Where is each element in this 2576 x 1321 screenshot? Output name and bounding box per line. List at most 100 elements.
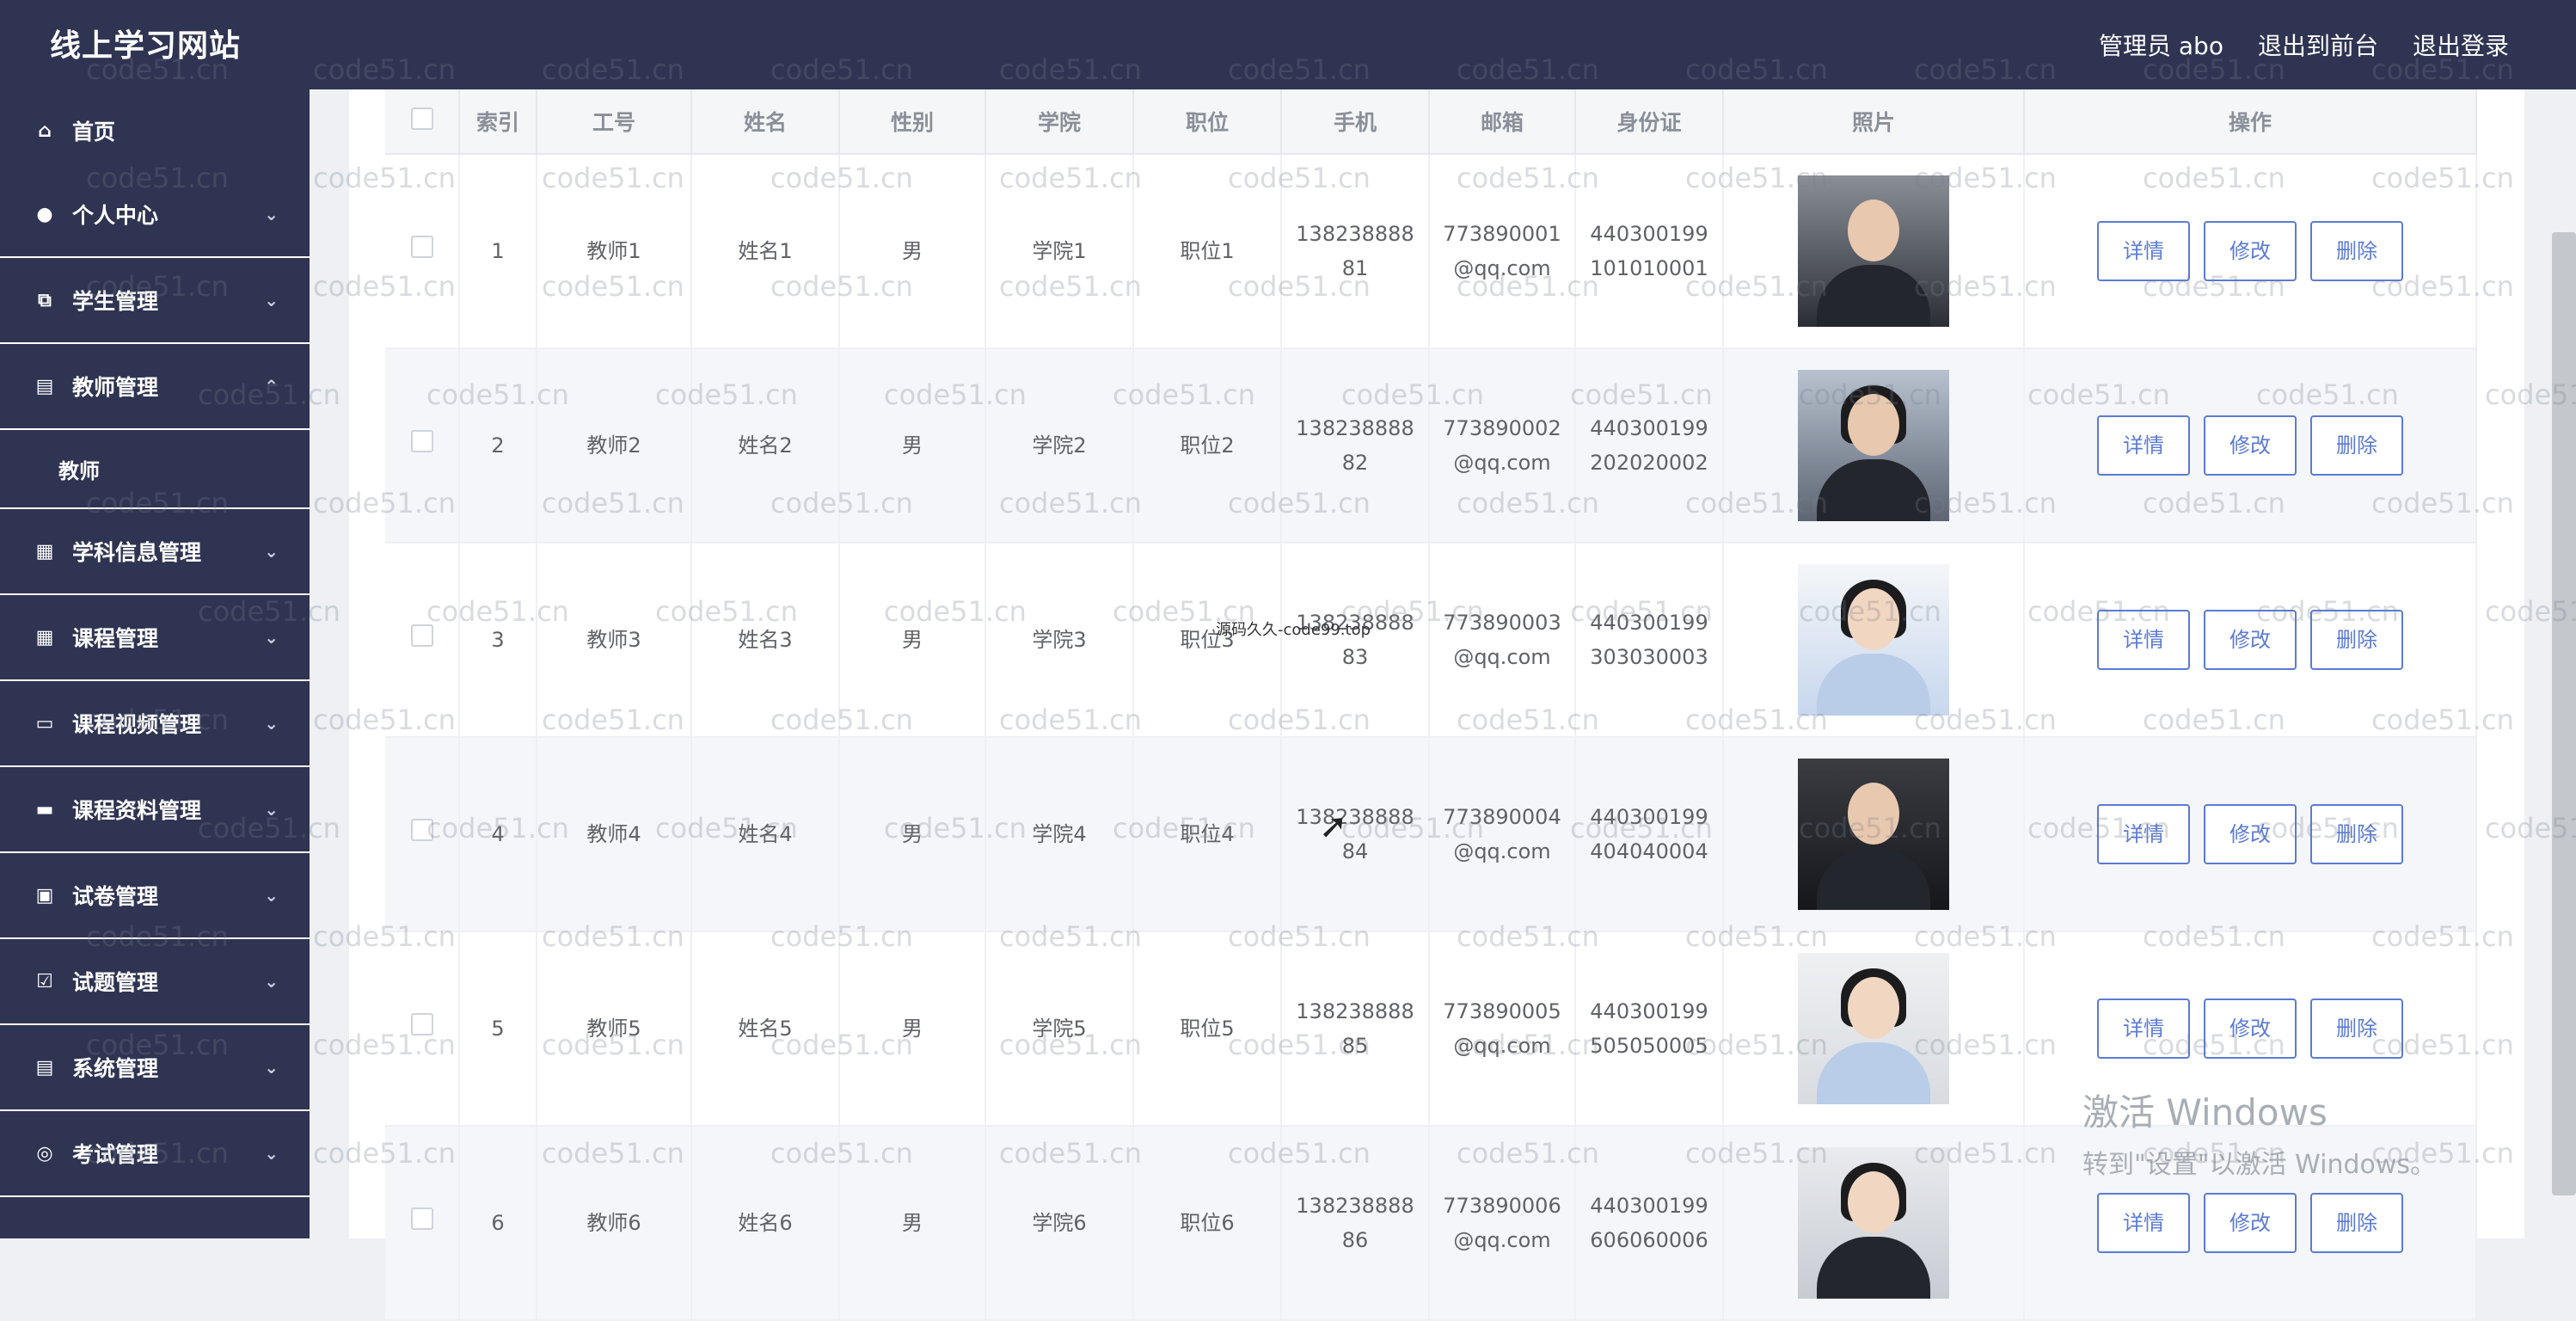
- phone-line1: 138238888: [1296, 805, 1414, 829]
- teacher-photo: [1798, 175, 1949, 327]
- sidebar-item-7[interactable]: ▭ 课程视频管理 ⌄: [0, 681, 310, 767]
- detail-button[interactable]: 详情: [2097, 221, 2190, 281]
- delete-button[interactable]: 删除: [2310, 221, 2403, 281]
- sidebar-item-2[interactable]: ● 个人中心 ⌄: [0, 172, 310, 258]
- email-line1: 773890005: [1443, 999, 1561, 1023]
- delete-button[interactable]: 删除: [2310, 804, 2403, 864]
- windows-activation-hint: 转到"设置"以激活 Windows。: [2082, 1150, 2437, 1180]
- cell-college: 学院2: [985, 348, 1134, 544]
- cell-id: 教师3: [537, 543, 692, 738]
- edit-button[interactable]: 修改: [2204, 415, 2297, 476]
- sidebar-subitem-teacher[interactable]: 教师: [0, 430, 310, 509]
- delete-button[interactable]: 删除: [2310, 998, 2403, 1059]
- sidebar-item-label: 个人中心: [72, 203, 159, 228]
- column-header: 工号: [537, 89, 692, 155]
- email-line1: 773890003: [1443, 611, 1561, 635]
- cell-email: 773890004 @qq.com: [1429, 737, 1576, 932]
- cell-name: 姓名2: [691, 348, 840, 544]
- cell-position: 职位3: [1133, 543, 1282, 738]
- logout-link[interactable]: 退出登录: [2413, 28, 2509, 62]
- cell-phone: 138238888 82: [1281, 348, 1430, 544]
- idcard-line2: 505050005: [1590, 1034, 1708, 1058]
- sidebar-item-3[interactable]: ⧉ 学生管理 ⌄: [0, 258, 310, 344]
- cell-college: 学院3: [985, 543, 1134, 738]
- sidebar-item-4[interactable]: ▤ 教师管理 ⌃: [0, 344, 310, 430]
- compass-icon: ◎: [36, 1142, 53, 1164]
- cell-photo: [1723, 737, 2025, 932]
- sidebar-item-label: 考试管理: [72, 1142, 159, 1167]
- row-checkbox[interactable]: [410, 430, 433, 452]
- delete-button[interactable]: 删除: [2310, 1193, 2403, 1253]
- sidebar-item-label: 课程管理: [72, 626, 159, 651]
- sidebar-item-8[interactable]: ▬ 课程资料管理 ⌄: [0, 767, 310, 853]
- row-checkbox[interactable]: [410, 1207, 433, 1230]
- sidebar-item-10[interactable]: ☑ 试题管理 ⌄: [0, 939, 310, 1025]
- sidebar-item-11[interactable]: ▤ 系统管理 ⌄: [0, 1025, 310, 1111]
- row-checkbox[interactable]: [410, 1013, 433, 1035]
- card-icon: ▤: [35, 1056, 54, 1078]
- row-checkbox[interactable]: [410, 819, 433, 841]
- delete-button[interactable]: 删除: [2310, 610, 2403, 670]
- cell-email: 773890002 @qq.com: [1429, 348, 1576, 544]
- edit-button[interactable]: 修改: [2204, 1193, 2297, 1253]
- idcard-line2: 202020002: [1590, 451, 1708, 475]
- edit-button[interactable]: 修改: [2204, 221, 2297, 281]
- overlay-text: 源码久久-code99.top: [1216, 621, 1371, 639]
- cell-idcard: 440300199 404040004: [1575, 737, 1724, 932]
- sidebar-item-5[interactable]: ▦ 学科信息管理 ⌄: [0, 509, 310, 595]
- table-row: 3 教师3 姓名3 男学院3 职位3 138238888 83 773890003 @qq.co…: [385, 543, 2477, 738]
- idcard-line2: 303030003: [1590, 645, 1708, 669]
- table-row: 1 教师1 姓名1 男学院1 职位1 138238888 81 773890001 @qq.co…: [385, 154, 2477, 349]
- phone-line2: 81: [1341, 256, 1369, 280]
- sidebar-item-label: 课程资料管理: [72, 798, 202, 823]
- idcard-line2: 606060006: [1590, 1228, 1708, 1252]
- home-icon: ⌂: [38, 120, 52, 142]
- sidebar-item-1[interactable]: ⌂ 首页: [0, 89, 310, 172]
- detail-button[interactable]: 详情: [2097, 998, 2190, 1059]
- sidebar-item-label: 系统管理: [72, 1056, 159, 1081]
- admin-user-link[interactable]: 管理员 abo: [2099, 28, 2223, 62]
- email-line2: @qq.com: [1453, 1034, 1551, 1058]
- sidebar-item-12[interactable]: ◎ 考试管理 ⌄: [0, 1111, 310, 1197]
- cell-phone: 138238888 86: [1281, 1126, 1430, 1321]
- top-header: 线上学习网站 管理员 abo 退出到前台 退出登录: [0, 0, 2576, 89]
- cell-position: 职位1: [1133, 154, 1282, 349]
- chevron-icon: ⌄: [264, 290, 279, 310]
- sidebar-item-6[interactable]: ▦ 课程管理 ⌄: [0, 595, 310, 681]
- select-all-header[interactable]: [385, 89, 460, 155]
- exit-to-frontend-link[interactable]: 退出到前台: [2258, 28, 2378, 62]
- detail-button[interactable]: 详情: [2097, 610, 2190, 670]
- idcard-line2: 404040004: [1590, 839, 1708, 863]
- phone-line2: 83: [1341, 645, 1369, 669]
- sidebar-item-9[interactable]: ▣ 试卷管理 ⌄: [0, 853, 310, 939]
- cell-name: 姓名4: [691, 737, 840, 932]
- cell-college: 学院6: [985, 1126, 1134, 1321]
- select-all-checkbox[interactable]: [410, 108, 433, 130]
- cell-position: 职位2: [1133, 348, 1282, 544]
- column-header: 手机: [1281, 89, 1430, 155]
- detail-button[interactable]: 详情: [2097, 1193, 2190, 1253]
- sidebar-item-label: 教师管理: [72, 375, 159, 400]
- cell-email: 773890006 @qq.com: [1429, 1126, 1576, 1321]
- edit-button[interactable]: 修改: [2204, 610, 2297, 670]
- row-checkbox[interactable]: [410, 236, 433, 258]
- windows-activation-title: 激活 Windows: [2082, 1091, 2328, 1134]
- edit-button[interactable]: 修改: [2204, 804, 2297, 864]
- cell-email: 773890001 @qq.com: [1429, 154, 1576, 349]
- cell-photo: [1723, 931, 2025, 1127]
- phone-line2: 85: [1341, 1034, 1369, 1058]
- phone-line2: 86: [1341, 1228, 1369, 1252]
- detail-button[interactable]: 详情: [2097, 415, 2190, 476]
- cell-index: 6: [459, 1126, 537, 1321]
- row-checkbox[interactable]: [410, 624, 433, 647]
- detail-button[interactable]: 详情: [2097, 804, 2190, 864]
- chat-icon: ▭: [35, 712, 54, 734]
- copy-icon: ⧉: [38, 289, 52, 311]
- cell-gender: 男: [839, 154, 986, 349]
- delete-button[interactable]: 删除: [2310, 415, 2403, 476]
- chevron-icon: ⌄: [264, 1057, 279, 1078]
- column-header: 操作: [2024, 89, 2477, 155]
- page-scrollbar[interactable]: [2552, 232, 2576, 1195]
- table-header-row: 索引 工号 姓名 性别 学院 职位 手机 邮箱 身份证 照片 操作: [385, 89, 2477, 155]
- edit-button[interactable]: 修改: [2204, 998, 2297, 1059]
